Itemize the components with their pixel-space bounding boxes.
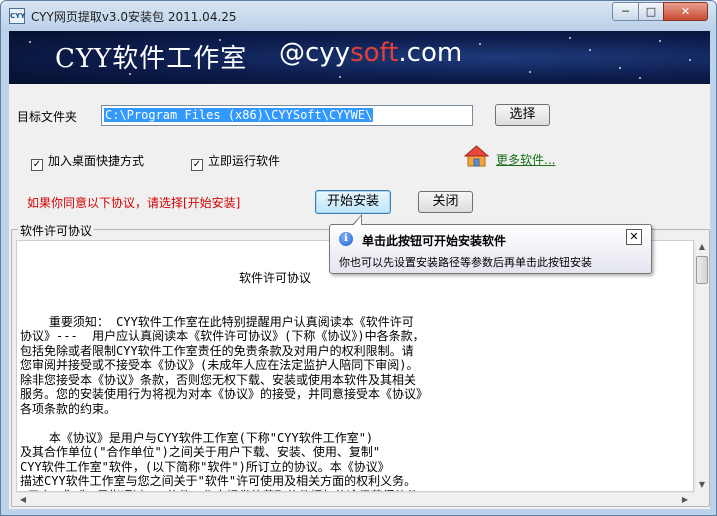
license-line [20, 416, 690, 431]
license-line: 除非您接受本《协议》条款，否则您无权下载、安装或使用本软件及其相关 [20, 372, 417, 387]
license-group-label: 软件许可协议 [18, 222, 95, 239]
title-bar[interactable]: CYY CYY网页提取v3.0安装包 2011.04.25 ─ □ ✕ [1, 1, 716, 31]
banner: CYY软件工作室 @cyysoft.com [9, 31, 710, 84]
scroll-left-icon[interactable]: ◀ [16, 493, 30, 506]
vertical-scrollbar[interactable]: ▲ ▼ [694, 240, 708, 492]
app-icon: CYY [9, 8, 25, 24]
install-tooltip: i 单击此按钮可开始安装软件 你也可以先设置安装路径等参数后再单击此按钮安装 ✕ [329, 214, 652, 274]
license-line: 本《协议》是用户与CYY软件工作室(下称"CYY软件工作室") [20, 430, 374, 445]
browse-button[interactable]: 选择 [495, 104, 550, 126]
license-line: CYY软件工作室"软件，(以下简称"软件")所订立的协议。本《协议》 [20, 459, 390, 474]
license-line: 各项条款的约束。 [20, 401, 117, 416]
maximize-button[interactable]: □ [638, 2, 664, 21]
scroll-right-icon[interactable]: ▶ [678, 493, 692, 506]
more-software-link[interactable]: 更多软件... [496, 151, 555, 168]
target-folder-value: C:\Program Files (x86)\CYYSoft\CYYWE\ [104, 108, 374, 122]
license-line: 服务。您的安装使用行为将视为对本《协议》的接受，并同意接受本《协议》 [20, 387, 429, 401]
tooltip-tail-inner [353, 216, 361, 226]
checkbox-box[interactable]: ✓ [31, 159, 43, 171]
start-install-button[interactable]: 开始安装 [315, 190, 391, 214]
license-line: 及其合作单位("合作单位")之间关于用户下载、安装、使用、复制" [20, 445, 381, 459]
close-button[interactable]: 关闭 [418, 191, 473, 213]
license-line: 协议》--- 用户应认真阅读本《软件许可协议》(下称《协议》)中各条款， [20, 329, 425, 343]
installer-window: CYY CYY网页提取v3.0安装包 2011.04.25 ─ □ ✕ CYY软… [0, 0, 717, 516]
scroll-thumb[interactable] [696, 256, 708, 284]
agree-prompt: 如果你同意以下协议，请选择[开始安装] [27, 196, 241, 210]
info-icon: i [339, 232, 353, 246]
home-icon [464, 145, 489, 167]
license-line: 您审阅并接受或不接受本《协议》(未成年人应在法定监护人陪同下审阅)。 [20, 358, 419, 372]
tooltip-title: 单击此按钮可开始安装软件 [362, 234, 507, 248]
license-textarea[interactable]: 软件许可协议 重要须知： CYY软件工作室在此特别提醒用户认真阅读本《软件许可协… [16, 240, 694, 492]
scroll-down-icon[interactable]: ▼ [696, 478, 708, 492]
run-now-label: 立即运行软件 [208, 154, 281, 168]
client-area: CYY软件工作室 @cyysoft.com 目标文件夹 C:\Program F… [9, 31, 710, 509]
target-folder-label: 目标文件夹 [17, 110, 78, 124]
license-line: 描述CYY软件工作室与您之间关于"软件"许可使用及相关方面的权利义务。 [20, 474, 417, 488]
scroll-up-icon[interactable]: ▲ [696, 240, 708, 254]
tooltip-close-icon[interactable]: ✕ [626, 229, 642, 245]
tooltip-body: 你也可以先设置安装路径等参数后再单击此按钮安装 [339, 256, 592, 269]
horizontal-scrollbar[interactable]: ◀ ▶ [16, 492, 694, 506]
license-line: 重要须知： CYY软件工作室在此特别提醒用户认真阅读本《软件许可 [20, 314, 414, 329]
banner-title: CYY软件工作室 [55, 44, 248, 74]
banner-domain-suffix: .com [398, 38, 463, 68]
banner-domain-highlight: soft [350, 38, 399, 68]
window-close-button[interactable]: ✕ [663, 2, 708, 21]
license-line: 包括免除或者限制CYY软件工作室责任的免责条款及对用户的权利限制。请 [20, 343, 414, 358]
run-now-checkbox[interactable]: ✓ 立即运行软件 [191, 152, 280, 171]
desktop-shortcut-checkbox[interactable]: ✓ 加入桌面快捷方式 [31, 152, 144, 171]
checkbox-box[interactable]: ✓ [191, 159, 203, 171]
banner-domain: @cyysoft.com [279, 38, 462, 68]
desktop-shortcut-label: 加入桌面快捷方式 [48, 154, 145, 168]
banner-domain-prefix: @cyy [279, 38, 351, 68]
target-folder-input[interactable]: C:\Program Files (x86)\CYYSoft\CYYWE\ [101, 105, 473, 126]
minimize-button[interactable]: ─ [612, 2, 639, 21]
window-title: CYY网页提取v3.0安装包 2011.04.25 [31, 10, 237, 24]
